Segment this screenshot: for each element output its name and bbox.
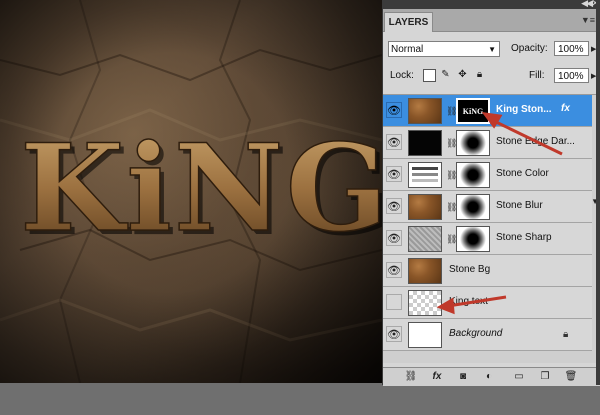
new-group-icon[interactable]: ▭ bbox=[511, 370, 527, 383]
fill-field[interactable]: 100% bbox=[554, 68, 589, 83]
layer-name[interactable]: King text bbox=[449, 296, 488, 307]
link-icon[interactable]: ⛓︎ bbox=[446, 105, 457, 117]
mask-text: KiNG bbox=[462, 107, 484, 116]
layer-name[interactable]: Stone Edge Dar... bbox=[496, 136, 575, 147]
panel-title-bar: ◀◀ ✕ bbox=[383, 0, 600, 9]
blend-mode-value: Normal bbox=[391, 44, 424, 55]
layer-thumbnail bbox=[408, 226, 442, 252]
chevron-down-icon: ▼ bbox=[488, 45, 496, 54]
layer-thumbnail bbox=[408, 322, 442, 348]
layer-thumbnail bbox=[408, 130, 442, 156]
lock-label: Lock: bbox=[390, 70, 414, 81]
layer-thumbnail bbox=[408, 290, 442, 316]
layer-row[interactable]: 👁︎ Background 🔒︎ bbox=[383, 319, 592, 351]
lock-pixels-icon[interactable]: ✎ bbox=[440, 69, 451, 80]
lock-icon: 🔒︎ bbox=[563, 329, 569, 340]
layer-thumbnail bbox=[408, 194, 442, 220]
layers-panel: ◀◀ ✕ LAYERS ▼≡ Normal ▼ Opacity: 100% ▶ … bbox=[382, 0, 600, 386]
layer-name[interactable]: Background bbox=[449, 328, 502, 339]
blend-row: Normal ▼ Opacity: 100% ▶ bbox=[388, 41, 597, 59]
document-canvas[interactable]: KiNG KiNG bbox=[0, 0, 382, 383]
link-icon[interactable]: ⛓︎ bbox=[446, 169, 457, 181]
panel-right-edge bbox=[596, 0, 600, 385]
layer-row[interactable]: 👁︎ ⛓︎ Stone Sharp bbox=[383, 223, 592, 255]
panel-tab-row: LAYERS ▼≡ bbox=[383, 9, 600, 32]
fx-icon[interactable]: fx bbox=[561, 103, 570, 114]
layer-name[interactable]: Stone Bg bbox=[449, 264, 490, 275]
opacity-label: Opacity: bbox=[511, 43, 548, 54]
layer-mask-thumbnail[interactable] bbox=[456, 162, 490, 188]
layer-row[interactable]: 👁︎ Stone Bg bbox=[383, 255, 592, 287]
adjustment-layer-icon bbox=[408, 162, 442, 188]
link-icon[interactable]: ⛓︎ bbox=[446, 137, 457, 149]
layer-row[interactable]: 👁︎ ⛓︎ KiNG King Ston... fx bbox=[383, 95, 592, 127]
opacity-value: 100% bbox=[558, 44, 584, 55]
link-icon[interactable]: ⛓︎ bbox=[446, 233, 457, 245]
delete-layer-icon[interactable]: 🗑︎ bbox=[563, 370, 579, 383]
layer-row[interactable]: 👁︎ ⛓︎ Stone Color bbox=[383, 159, 592, 191]
blend-mode-select[interactable]: Normal ▼ bbox=[388, 41, 500, 57]
adjustment-layer-icon[interactable]: ◐ bbox=[481, 370, 497, 383]
eye-icon[interactable]: 👁︎ bbox=[386, 294, 402, 310]
layer-row[interactable]: 👁︎ ⛓︎ Stone Blur bbox=[383, 191, 592, 223]
eye-icon[interactable]: 👁︎ bbox=[386, 262, 402, 278]
layer-mask-thumbnail[interactable] bbox=[456, 226, 490, 252]
layer-name[interactable]: Stone Color bbox=[496, 168, 549, 179]
layers-list: 👁︎ ⛓︎ KiNG King Ston... fx 👁︎ ⛓︎ Stone E… bbox=[383, 94, 600, 363]
layer-name[interactable]: Stone Sharp bbox=[496, 232, 552, 243]
layer-row[interactable]: 👁︎ ⛓︎ Stone Edge Dar... bbox=[383, 127, 592, 159]
lock-row: Lock: ✎ ✥ 🔒︎ Fill: 100% ▶ bbox=[388, 67, 597, 85]
layer-mask-thumbnail[interactable] bbox=[456, 130, 490, 156]
layer-mask-thumbnail[interactable] bbox=[456, 194, 490, 220]
layer-thumbnail bbox=[408, 258, 442, 284]
eye-icon[interactable]: 👁︎ bbox=[386, 102, 402, 118]
panel-menu-icon[interactable]: ▼≡ bbox=[581, 15, 595, 25]
eye-icon[interactable]: 👁︎ bbox=[386, 326, 402, 342]
link-layers-icon[interactable]: ⛓︎ bbox=[403, 370, 419, 383]
king-stone-text: KiNG KiNG bbox=[19, 117, 382, 263]
eye-icon[interactable]: 👁︎ bbox=[386, 166, 402, 182]
collapse-panel-icon[interactable]: ◀◀ bbox=[581, 0, 593, 9]
layer-row[interactable]: 👁︎ King text bbox=[383, 287, 592, 319]
lock-transparency-icon[interactable] bbox=[423, 69, 436, 82]
panel-footer: ⛓︎ fx ◙ ◐ ▭ ❐ 🗑︎ bbox=[383, 367, 600, 386]
layer-name[interactable]: Stone Blur bbox=[496, 200, 543, 211]
workspace-gutter bbox=[0, 383, 600, 415]
lock-position-icon[interactable]: ✥ bbox=[457, 69, 468, 80]
layer-name[interactable]: King Ston... bbox=[496, 104, 552, 115]
add-style-icon[interactable]: fx bbox=[429, 370, 445, 383]
king-text: KiNG bbox=[20, 118, 382, 259]
layer-thumbnail bbox=[408, 98, 442, 124]
opacity-field[interactable]: 100% bbox=[554, 41, 589, 56]
new-layer-icon[interactable]: ❐ bbox=[537, 370, 553, 383]
eye-icon[interactable]: 👁︎ bbox=[386, 198, 402, 214]
eye-icon[interactable]: 👁︎ bbox=[386, 134, 402, 150]
eye-icon[interactable]: 👁︎ bbox=[386, 230, 402, 246]
adjustment-sliders-icon bbox=[412, 167, 438, 182]
layer-mask-thumbnail[interactable]: KiNG bbox=[456, 98, 490, 124]
fill-label: Fill: bbox=[529, 70, 545, 81]
lock-all-icon[interactable]: 🔒︎ bbox=[474, 69, 485, 80]
add-mask-icon[interactable]: ◙ bbox=[455, 370, 471, 383]
tab-layers[interactable]: LAYERS bbox=[384, 12, 433, 32]
fill-value: 100% bbox=[558, 71, 584, 82]
link-icon[interactable]: ⛓︎ bbox=[446, 201, 457, 213]
